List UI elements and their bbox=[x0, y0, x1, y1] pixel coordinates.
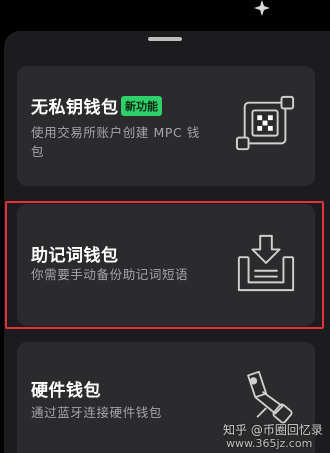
usb-hardware-key-icon bbox=[247, 370, 293, 424]
keyless-wallet-icon bbox=[235, 95, 295, 151]
keyless-wallet-card[interactable]: 无私钥钱包 新功能 使用交易所账户创建 MPC 钱包 bbox=[17, 66, 315, 186]
watermark: 知乎 @币圈回忆录 www.365jz.com bbox=[223, 423, 323, 450]
card-description: 通过蓝牙连接硬件钱包 bbox=[31, 405, 163, 420]
drag-handle[interactable] bbox=[148, 37, 182, 41]
wallet-type-screen: 无私钥钱包 新功能 使用交易所账户创建 MPC 钱包 助记词钱包 你需要手动备份… bbox=[0, 0, 330, 453]
watermark-line1: 知乎 @币圈回忆录 bbox=[223, 423, 323, 437]
card-title: 硬件钱包 bbox=[31, 381, 101, 401]
selection-highlight bbox=[5, 201, 324, 329]
card-title: 无私钥钱包 bbox=[31, 98, 119, 118]
new-feature-badge: 新功能 bbox=[121, 96, 162, 116]
card-description: 使用交易所账户创建 MPC 钱包 bbox=[31, 125, 200, 159]
sparkle-icon bbox=[254, 0, 270, 16]
watermark-line2: www.365jz.com bbox=[226, 437, 313, 450]
